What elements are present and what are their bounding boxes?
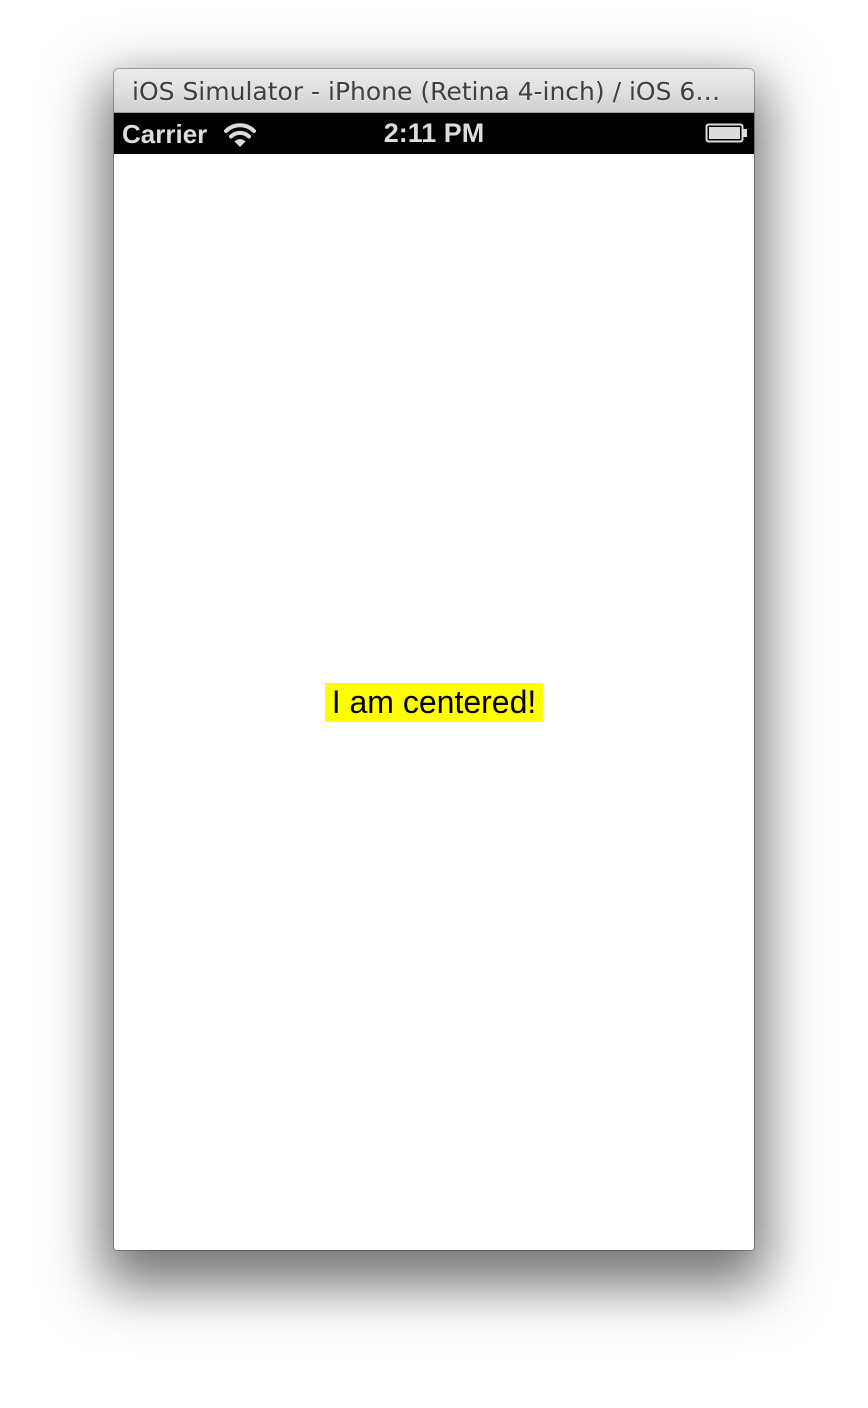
battery-icon [705, 123, 747, 143]
centered-label: I am centered! [325, 683, 543, 722]
status-bar: Carrier 2:11 PM [114, 113, 754, 154]
window-titlebar[interactable]: iOS Simulator - iPhone (Retina 4-inch) /… [114, 69, 754, 113]
clock: 2:11 PM [383, 118, 485, 148]
simulator-window: iOS Simulator - iPhone (Retina 4-inch) /… [114, 69, 754, 1250]
app-content: I am centered! [114, 154, 754, 1250]
window-title: iOS Simulator - iPhone (Retina 4-inch) /… [132, 77, 721, 106]
